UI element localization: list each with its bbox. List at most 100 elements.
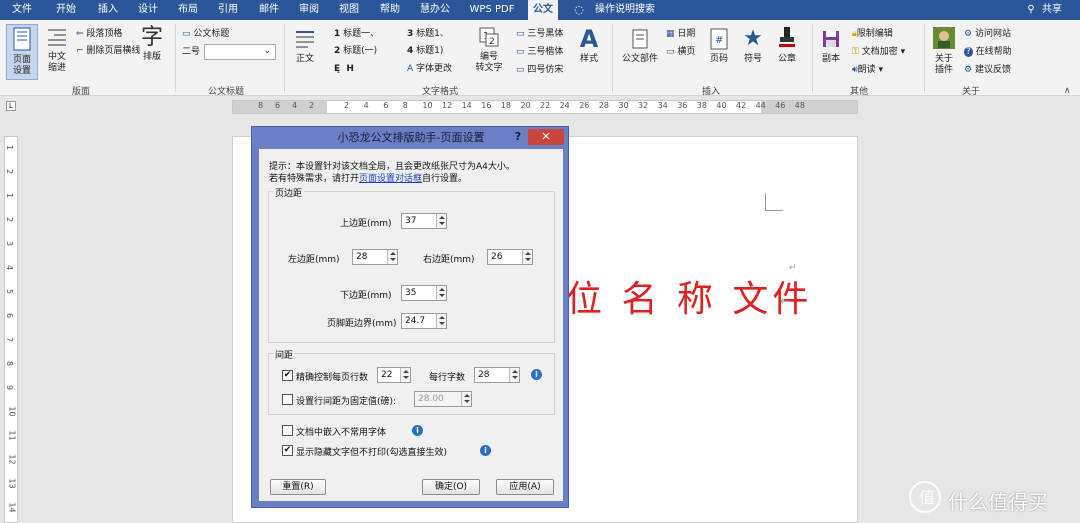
tab-huibangong[interactable]: 慧办公 xyxy=(414,0,456,20)
tab-gongwen[interactable]: 公文 xyxy=(528,0,558,20)
precise-lines-checkbox[interactable]: ✔ xyxy=(282,370,293,381)
tab-design[interactable]: 设计 xyxy=(132,0,164,20)
heading3-button[interactable]: 3 标题1、 xyxy=(407,29,449,40)
embed-fonts-checkbox[interactable] xyxy=(282,425,293,436)
collapse-ribbon-icon[interactable]: ∧ xyxy=(1064,86,1071,96)
tab-home[interactable]: 开始 xyxy=(50,0,82,20)
tab-file[interactable]: 文件 xyxy=(6,0,38,20)
info-icon[interactable]: i xyxy=(531,369,542,380)
chinese-indent-button[interactable]: 中文 缩进 xyxy=(42,24,72,80)
help-icon[interactable]: ? xyxy=(510,129,526,145)
seal-button[interactable]: 公章 xyxy=(772,24,802,80)
font-change-button[interactable]: A 字体更改 xyxy=(407,64,452,75)
right-margin-input[interactable]: 26 xyxy=(487,249,533,265)
chars-per-line-input[interactable]: 28 xyxy=(474,367,520,383)
page-setup-button[interactable]: 页面 设置 xyxy=(6,24,38,80)
close-button[interactable]: ✕ xyxy=(528,129,564,145)
fixed-spacing-input[interactable]: 28.00 xyxy=(414,391,472,407)
tab-view[interactable]: 视图 xyxy=(333,0,365,20)
page-number-label: 页码 xyxy=(709,54,728,64)
title-size-select[interactable]: ⌄ xyxy=(204,44,276,60)
tab-references[interactable]: 引用 xyxy=(212,0,244,20)
tab-help[interactable]: 帮助 xyxy=(374,0,406,20)
apply-button[interactable]: 应用(A) xyxy=(496,479,554,495)
bottom-margin-spinner[interactable] xyxy=(436,286,446,300)
ruler-number: 2 xyxy=(344,101,350,110)
tab-review[interactable]: 审阅 xyxy=(293,0,325,20)
font-kaiti-button[interactable]: ▭ 三号楷体 xyxy=(516,47,563,58)
top-margin-input[interactable]: 37 xyxy=(401,213,447,229)
landscape-button[interactable]: ▭ 横页 xyxy=(666,47,695,58)
page-setup-label: 页面 设置 xyxy=(12,55,31,76)
tab-wps-pdf[interactable]: WPS PDF xyxy=(466,0,518,20)
fixed-spacing-label: 设置行间距为固定值(磅): xyxy=(296,397,397,407)
chevron-down-icon: ⌄ xyxy=(263,46,271,56)
tab-stop-icon[interactable]: L xyxy=(6,101,16,111)
font-fangsong-button[interactable]: ▭ 四号仿宋 xyxy=(516,65,563,76)
info-icon[interactable]: i xyxy=(480,445,491,456)
ruler-number: 11 xyxy=(7,430,17,441)
style-button[interactable]: A 样式 xyxy=(574,24,604,80)
tab-layout[interactable]: 布局 xyxy=(172,0,204,20)
ruler-number: 46 xyxy=(775,101,786,110)
online-help-label: 在线帮助 xyxy=(975,47,1012,57)
about-plugin-button[interactable]: 关于 插件 xyxy=(928,24,960,80)
watermark-text: 什么值得买 xyxy=(948,490,1048,514)
body-text-icon xyxy=(296,31,314,48)
page-number-button[interactable]: # 页码 xyxy=(704,24,734,80)
ruler-number: 4 xyxy=(5,264,15,271)
share-button[interactable]: 共享 xyxy=(1040,0,1064,20)
visit-site-button[interactable]: ⚙ 访问网站 xyxy=(964,29,1011,40)
bottom-margin-input[interactable]: 35 xyxy=(401,285,447,301)
doc-part-button[interactable]: 公文部件 xyxy=(618,24,662,80)
date-button[interactable]: ▦ 日期 xyxy=(666,29,695,40)
ruler-number: 30 xyxy=(618,101,629,110)
font-heiti-button[interactable]: ▭ 三号黑体 xyxy=(516,29,563,40)
left-margin-input[interactable]: 28 xyxy=(352,249,398,265)
lightbulb-icon: ◌ xyxy=(574,3,584,16)
left-margin-spinner[interactable] xyxy=(387,250,397,264)
page-setup-dialog: 小恐龙公文排版助手-页面设置 ? ✕ 提示：本设置针对该文档全局，且会更改纸张尺… xyxy=(251,126,569,508)
chars-per-line-spinner[interactable] xyxy=(509,368,519,382)
lines-per-page-spinner[interactable] xyxy=(400,368,410,382)
ok-button[interactable]: 确定(O) xyxy=(422,479,480,495)
body-text-button[interactable]: 正文 xyxy=(290,24,320,80)
body-text-label: 正文 xyxy=(295,54,314,64)
remove-header-line-button[interactable]: ⌐ 删除页眉横线 xyxy=(76,46,140,57)
fixed-spacing-checkbox[interactable] xyxy=(282,394,293,405)
paragraph-top-button[interactable]: ⇐ 段落顶格 xyxy=(76,29,122,40)
right-margin-spinner[interactable] xyxy=(522,250,532,264)
read-aloud-label: 朗读 xyxy=(857,65,876,75)
show-hidden-checkbox[interactable]: ✔ xyxy=(282,445,293,456)
online-help-button[interactable]: ? 在线帮助 xyxy=(964,47,1012,58)
tell-me-search[interactable]: 操作说明搜索 xyxy=(592,0,658,20)
tab-insert[interactable]: 插入 xyxy=(92,0,124,20)
font-toggle-e[interactable]: Ę H xyxy=(334,64,354,75)
typeset-button[interactable]: 字 排版 xyxy=(138,24,166,80)
doc-title-button[interactable]: ▭ 公文标题 xyxy=(182,29,229,40)
document-title[interactable]: 位 名 称 文件 xyxy=(566,270,812,322)
footer-distance-input[interactable]: 24.7 xyxy=(401,313,447,329)
dinosaur-logo-icon xyxy=(933,27,955,49)
heading2-button[interactable]: 2 标题(一) xyxy=(334,46,377,57)
heading4-button[interactable]: 4 标题1) xyxy=(407,46,443,57)
ruler-number: 7 xyxy=(5,336,15,343)
num-to-text-button[interactable]: 12 编号 转文字 xyxy=(472,24,506,80)
doc-encrypt-button[interactable]: ⚿ 文档加密 ▾ xyxy=(852,47,905,58)
symbol-button[interactable]: ★ 符号 xyxy=(738,24,768,80)
tab-mailings[interactable]: 邮件 xyxy=(253,0,285,20)
info-icon[interactable]: i xyxy=(412,425,423,436)
fixed-spacing-spinner[interactable] xyxy=(461,392,471,406)
feedback-button[interactable]: ⚙ 建议反馈 xyxy=(964,65,1011,76)
reset-button[interactable]: 重置(R) xyxy=(270,479,326,495)
top-margin-spinner[interactable] xyxy=(436,214,446,228)
read-aloud-button[interactable]: 🔊︎朗读 ▾ xyxy=(852,65,883,76)
page-setup-link[interactable]: 页面设置对话框 xyxy=(359,174,422,184)
heading1-button[interactable]: 1 标题一、 xyxy=(334,29,379,40)
font-fangsong-label: 四号仿宋 xyxy=(527,65,564,75)
vertical-ruler[interactable]: 1 2 1 2 3 4 5 6 7 8 9 10 11 12 13 14 xyxy=(4,136,18,523)
restrict-edit-button[interactable]: 🔒︎限制编辑 xyxy=(852,29,893,40)
footer-distance-spinner[interactable] xyxy=(436,314,446,328)
copy-button[interactable]: 副本 xyxy=(816,24,846,80)
lines-per-page-input[interactable]: 22 xyxy=(377,367,411,383)
